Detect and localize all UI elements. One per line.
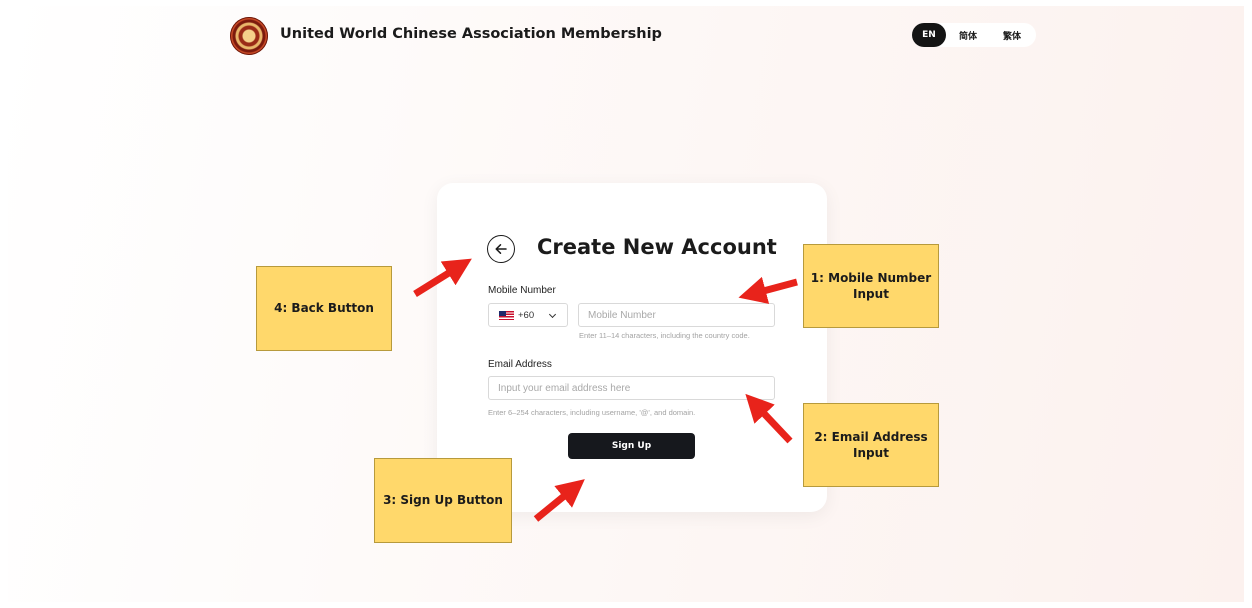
arrow-to-back-button (413, 258, 472, 297)
arrow-to-sign-up-button (533, 479, 585, 522)
arrow-to-email-input (745, 393, 793, 444)
annotation-arrows (413, 258, 798, 522)
arrow-to-mobile-input (738, 276, 798, 304)
